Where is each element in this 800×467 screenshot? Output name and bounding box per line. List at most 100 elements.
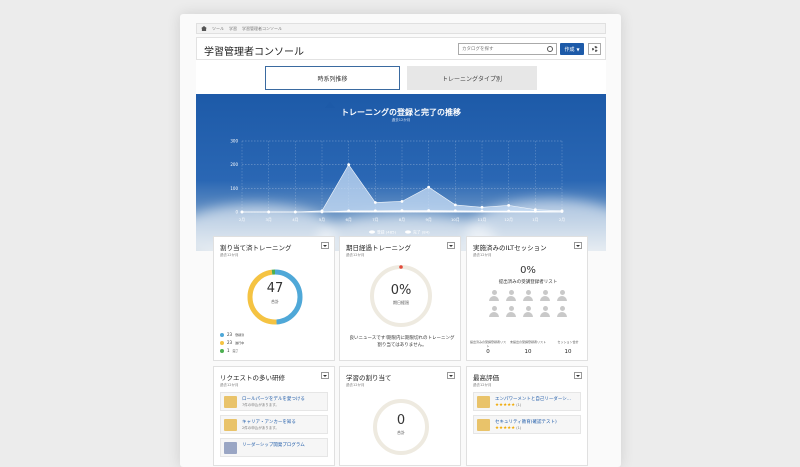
card-title: 学習の割り当て (346, 374, 392, 382)
tab-timeline[interactable]: 時系列推移 (265, 66, 400, 90)
x-tick-label: 5月 (319, 217, 325, 222)
card-menu-button[interactable] (321, 372, 329, 379)
card-subtitle: 過去12か月 (346, 253, 365, 257)
list-item[interactable]: キャリア・アンカーを知る 2件の申込があります。 (220, 415, 328, 434)
list-item[interactable]: リーダーシップ開発プログラム (220, 438, 328, 457)
breadcrumb: ツール 学習 学習管理者コンソール (196, 23, 606, 34)
course-title[interactable]: キャリア・アンカーを知る (242, 419, 296, 425)
legend-label: 進行中 (235, 340, 245, 345)
search-icon[interactable] (547, 46, 553, 52)
attendee-icon (506, 306, 516, 317)
overdue-training-card: 期日経過トレーニング 過去12か月 0% 期日経過 良いニュースです!期限内に期… (339, 236, 461, 361)
y-tick-label: 0 (235, 210, 238, 215)
legend-marker (405, 230, 411, 234)
overdue-message: 良いニュースです!期限内に期限切れのトレーニング割り当てはありません。 (349, 336, 455, 348)
list-item[interactable]: ロールパーツをデルを愛つける 7件の申込があります。 (220, 392, 328, 411)
stat-value: 10 (564, 349, 572, 355)
donut-total-label: 合計 (271, 299, 279, 304)
y-tick-label: 100 (230, 186, 238, 191)
attendee-icon (557, 306, 567, 317)
course-thumbnail (477, 419, 490, 431)
course-thumbnail (224, 396, 237, 408)
chevron-down-icon (449, 374, 453, 377)
course-title[interactable]: ロールパーツをデルを愛つける (242, 396, 305, 402)
breadcrumb-item[interactable]: 学習 (229, 26, 237, 32)
chevron-down-icon (323, 374, 327, 377)
course-thumbnail (477, 396, 490, 408)
ilt-sessions-card: 実施済みのILTセッション 過去12か月 0% 提出済みの受講登録者リスト 提出… (466, 236, 588, 361)
attendee-icon (489, 290, 499, 301)
course-subtitle: 7件の申込があります。 (242, 403, 279, 407)
x-tick-label: 12月 (504, 217, 513, 222)
list-item[interactable]: セキュリティ教育(確認テスト) ★★★★★ (1) (473, 415, 581, 434)
x-tick-label: 6月 (346, 217, 352, 222)
rating: ★★★★★ (1) (495, 403, 521, 408)
card-menu-button[interactable] (574, 372, 582, 379)
chevron-down-icon (576, 244, 580, 247)
legend-value: 23 (227, 332, 233, 337)
settings-button[interactable] (588, 43, 601, 55)
create-button-label: 作成 (564, 46, 575, 53)
x-tick-label: 11月 (478, 217, 487, 222)
rating-count: (1) (516, 426, 522, 430)
app-window: ツール 学習 学習管理者コンソール 学習管理者コンソール カタログを探す 作成 … (180, 14, 621, 467)
legend-value: 23 (227, 340, 233, 345)
attendee-icon (540, 306, 550, 317)
data-point (400, 199, 404, 203)
top-rated-card: 最高評価 過去12か月 エンパワーメントと自己リーダーシ... ★★★★★ (1… (466, 366, 588, 466)
list-item[interactable]: エンパワーメントと自己リーダーシ... ★★★★★ (1) (473, 392, 581, 411)
tab-training-type[interactable]: トレーニングタイプ別 (407, 66, 537, 90)
card-title: リクエストの多い研修 (220, 374, 285, 382)
legend-dot (220, 332, 224, 337)
card-title: 最高評価 (473, 374, 499, 382)
stat-value: 10 (524, 349, 532, 355)
course-title[interactable]: リーダーシップ開発プログラム (242, 442, 305, 448)
card-menu-button[interactable] (321, 242, 329, 249)
ilt-percent: 0% (520, 265, 536, 276)
course-title[interactable]: セキュリティ教育(確認テスト) (495, 419, 557, 425)
card-menu-button[interactable] (447, 242, 455, 249)
donut-chart (247, 269, 303, 325)
search-placeholder: カタログを探す (462, 47, 494, 52)
learning-assignments-card: 学習の割り当て 過去12か月 0 合計 (339, 366, 461, 466)
stat-value: 0 (486, 349, 490, 355)
card-title: 割り当て済トレーニング (220, 244, 292, 252)
requested-training-card: リクエストの多い研修 過去12か月 ロールパーツをデルを愛つける 7件の申込があ… (213, 366, 335, 466)
donut-total: 47 (266, 281, 284, 296)
breadcrumb-item[interactable]: ツール (212, 26, 224, 32)
legend-dot (220, 340, 224, 345)
search-input[interactable]: カタログを探す (458, 43, 557, 55)
home-icon[interactable] (201, 26, 207, 31)
x-tick-label: 4月 (292, 217, 298, 222)
x-tick-label: 9月 (426, 217, 432, 222)
x-tick-label: 2月 (239, 217, 245, 222)
learning-total-label: 合計 (397, 430, 405, 435)
ilt-caption: 提出済みの受講登録者リスト (498, 280, 558, 285)
rating-count: (1) (516, 403, 522, 407)
x-tick-label: 8月 (399, 217, 405, 222)
legend-value: 1 (227, 348, 230, 353)
data-point (453, 203, 457, 207)
data-point (400, 209, 404, 212)
rating: ★★★★★ (1) (495, 426, 521, 431)
legend-label: 登録 (485) (377, 230, 397, 235)
gear-icon (591, 46, 598, 52)
attendee-icon (523, 290, 533, 301)
card-title: 期日経過トレーニング (346, 244, 411, 252)
x-tick-label: 2月 (559, 217, 565, 222)
stat-label: セッション合計 (557, 340, 579, 344)
card-menu-button[interactable] (574, 242, 582, 249)
y-tick-label: 300 (230, 139, 238, 144)
course-title[interactable]: エンパワーメントと自己リーダーシ... (495, 396, 571, 402)
data-point (427, 185, 431, 189)
card-subtitle: 過去12か月 (220, 383, 239, 387)
overdue-percent: 0% (390, 283, 412, 298)
card-subtitle: 過去12か月 (473, 253, 492, 257)
card-menu-button[interactable] (447, 372, 455, 379)
card-subtitle: 過去12か月 (220, 253, 239, 257)
create-button[interactable]: 作成 ▼ (560, 43, 584, 55)
data-point (427, 209, 431, 212)
assigned-training-card: 割り当て済トレーニング 過去12か月 47 合計 23 登録済 23 進行中 1 完了 (213, 236, 335, 361)
y-tick-label: 200 (230, 162, 238, 167)
data-point (373, 201, 377, 204)
